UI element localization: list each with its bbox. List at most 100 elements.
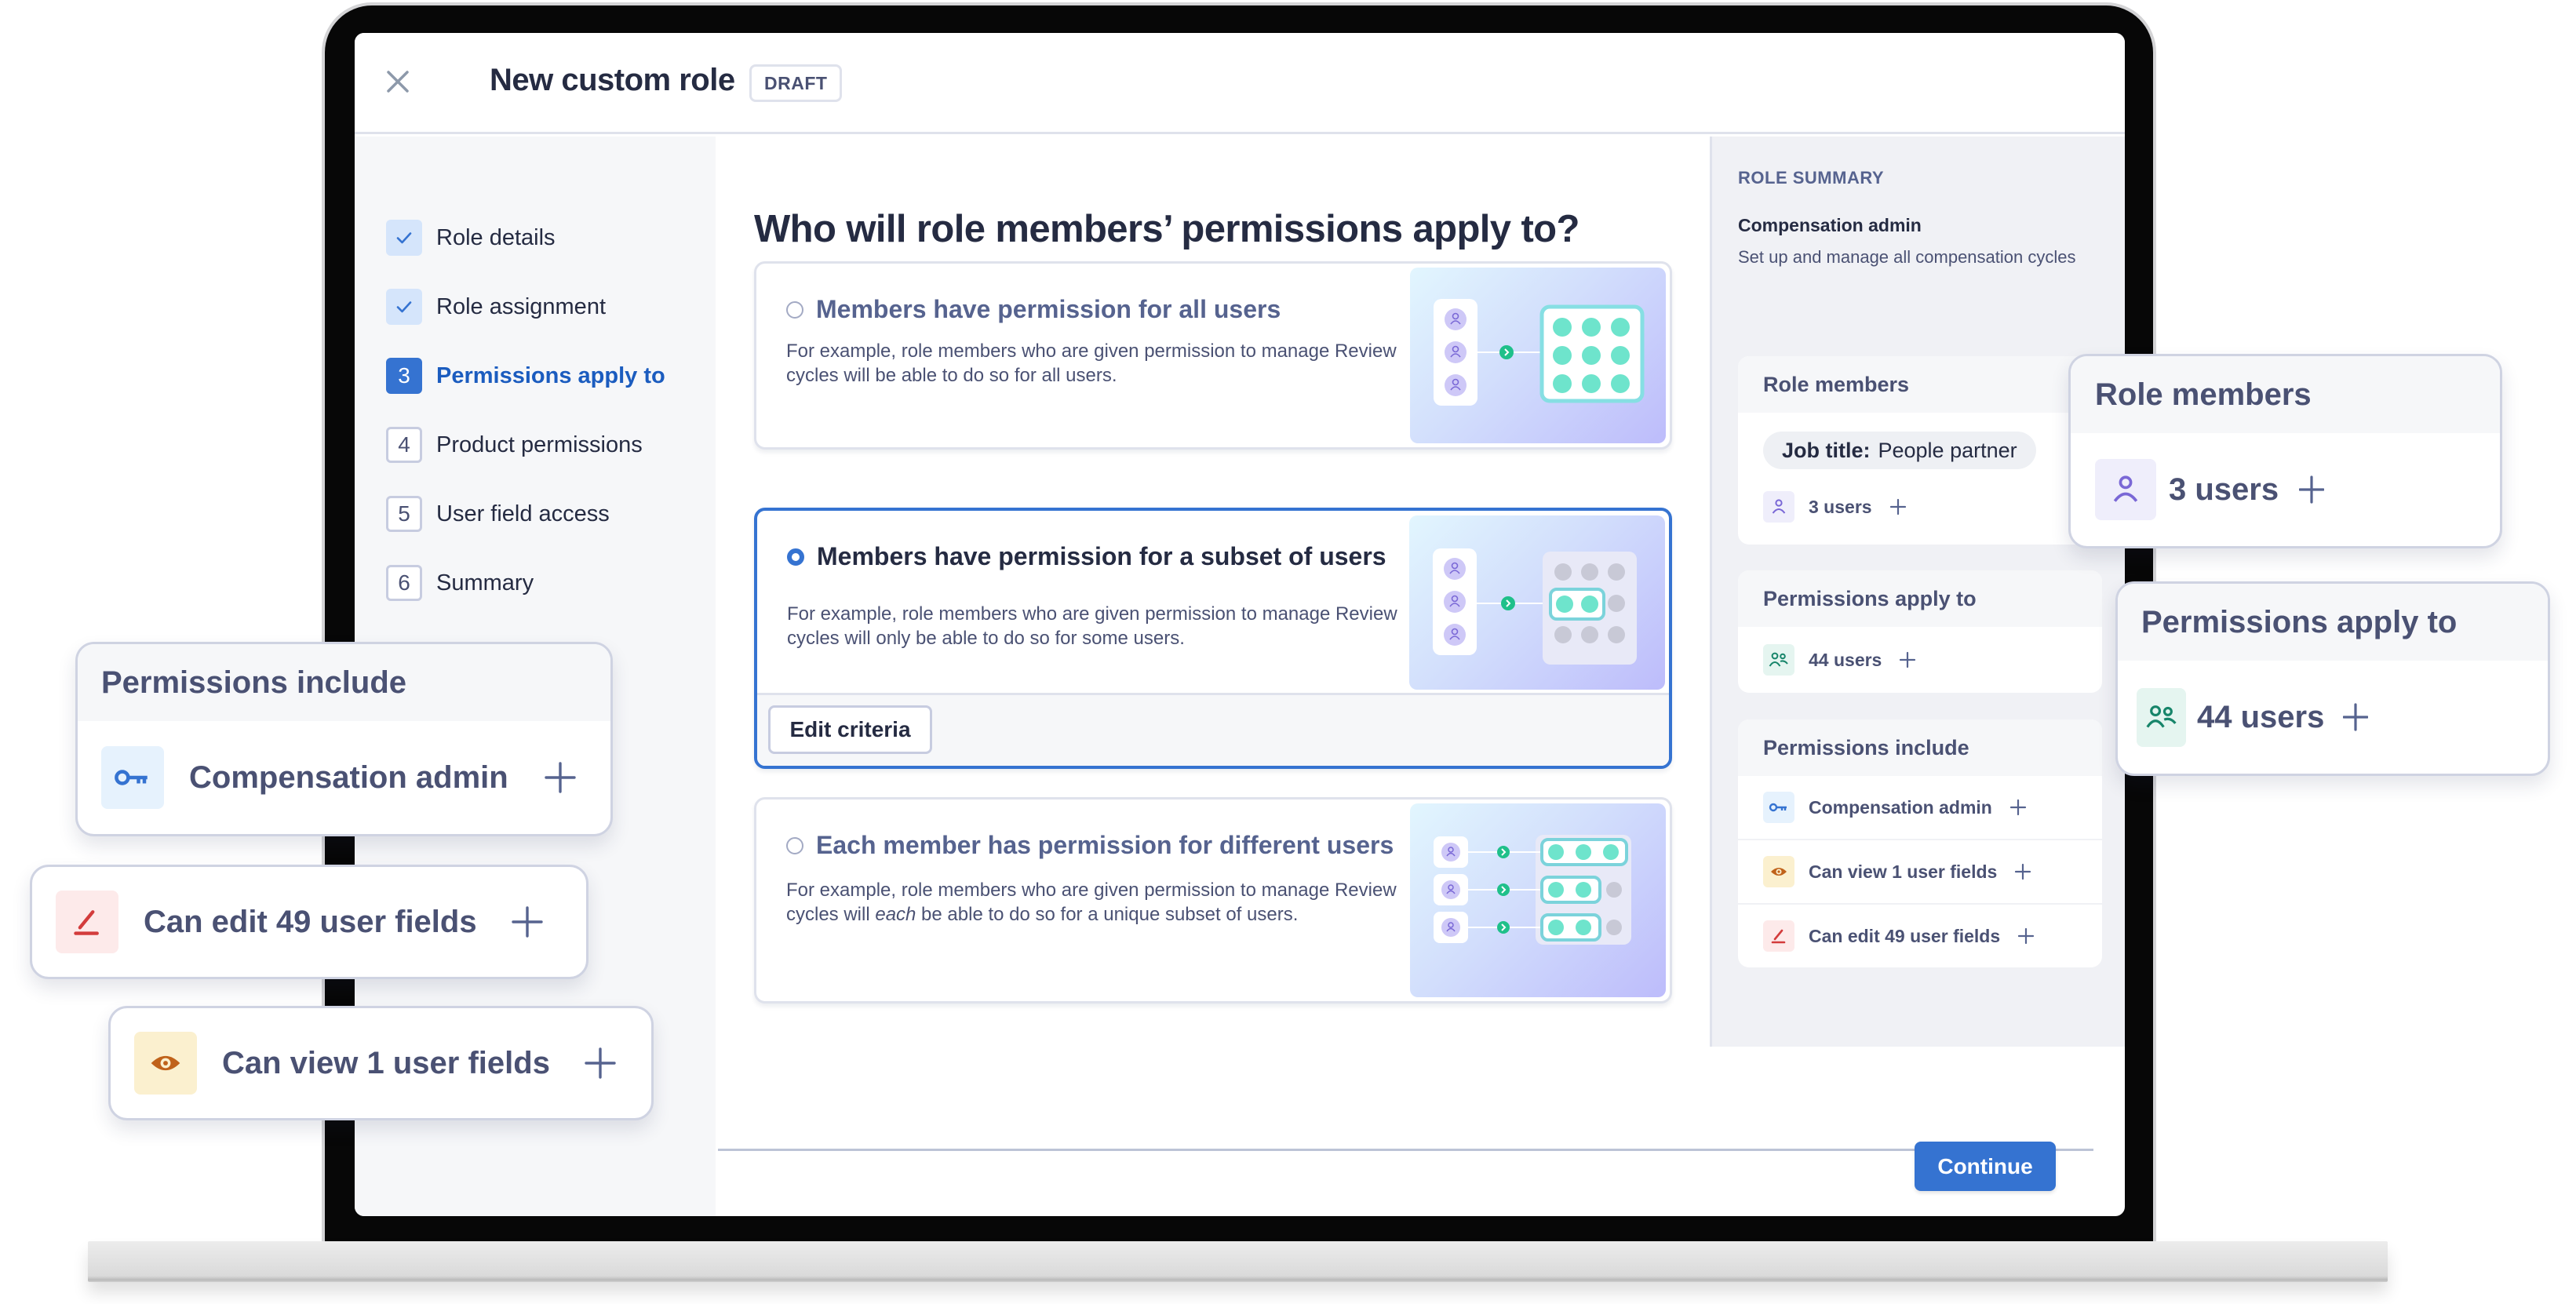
float-row: 44 users — [2118, 661, 2548, 774]
person-icon — [1763, 491, 1794, 523]
step-badge: 4 — [386, 427, 422, 463]
plus-icon[interactable] — [511, 906, 543, 938]
plus-icon[interactable] — [2343, 703, 2369, 731]
option-description: For example, role members who are given … — [786, 878, 1398, 927]
option-title-text: Members have permission for all users — [816, 295, 1281, 323]
step-summary[interactable]: 6 Summary — [386, 565, 534, 601]
person-icon — [1445, 308, 1467, 396]
plus-icon[interactable] — [545, 762, 576, 793]
step-label: Role details — [436, 224, 556, 250]
edit-criteria-button[interactable]: Edit criteria — [768, 705, 932, 754]
close-button[interactable] — [384, 68, 411, 95]
option-description: For example, role members who are given … — [787, 603, 1397, 649]
check-icon — [396, 232, 412, 244]
float-row: 3 users — [2071, 433, 2500, 546]
step-product-permissions[interactable]: 4 Product permissions — [386, 427, 643, 463]
option-title: Members have permission for all users — [786, 295, 1281, 324]
option-all-users[interactable]: Members have permission for all users Fo… — [754, 261, 1672, 450]
people-icon — [2137, 687, 2186, 747]
key-icon — [101, 746, 164, 809]
footer-divider — [718, 1149, 2093, 1151]
close-icon — [387, 71, 409, 93]
card-title: Permissions apply to — [1738, 570, 2102, 627]
floating-apply-to-card: Permissions apply to 44 users — [2115, 581, 2550, 776]
role-name: Compensation admin — [1738, 215, 1922, 235]
float-row: Can edit 49 user fields — [32, 867, 586, 977]
step-role-details[interactable]: Role details — [386, 220, 556, 256]
option-title-text: Each member has permission for different… — [816, 831, 1394, 859]
row-label: 44 users — [1809, 649, 1882, 670]
radio-button[interactable] — [786, 301, 803, 319]
step-badge: 3 — [386, 358, 422, 394]
pencil-icon — [56, 891, 118, 953]
float-label: 3 users — [2169, 472, 2279, 507]
illustration-all-users — [1410, 268, 1666, 443]
eye-icon — [134, 1032, 197, 1095]
summary-row: Can edit 49 user fields — [1738, 903, 2102, 967]
option-different-users[interactable]: Each member has permission for different… — [754, 797, 1672, 1003]
people-icon — [1763, 644, 1794, 676]
plus-icon[interactable] — [2014, 863, 2031, 880]
floating-permissions-include-card: Permissions include Compensation admin — [75, 642, 613, 836]
plus-icon[interactable] — [1899, 651, 1916, 668]
step-label: Product permissions — [436, 432, 643, 457]
floating-view-fields-card: Can view 1 user fields — [108, 1006, 654, 1120]
summary-apply-to-card: Permissions apply to 44 users — [1738, 570, 2102, 693]
card-title: Role members — [1738, 356, 2102, 413]
plus-icon[interactable] — [2299, 475, 2325, 504]
plus-icon[interactable] — [585, 1047, 616, 1079]
person-icon — [2095, 459, 2156, 520]
page-heading: Who will role members’ permissions apply… — [754, 208, 1579, 250]
float-label: Compensation admin — [189, 759, 508, 795]
radio-button[interactable] — [786, 836, 803, 854]
step-badge: 6 — [386, 565, 422, 601]
float-row: Compensation admin — [78, 721, 610, 834]
step-badge: 5 — [386, 496, 422, 532]
header: New custom role DRAFT — [355, 33, 2125, 134]
step-permissions-apply-to[interactable]: 3 Permissions apply to — [386, 358, 665, 394]
person-icon — [1444, 558, 1466, 646]
float-label: Can view 1 user fields — [222, 1045, 550, 1080]
step-user-field-access[interactable]: 5 User field access — [386, 496, 610, 532]
float-row: Can view 1 user fields — [111, 1008, 651, 1118]
float-label: 44 users — [2197, 699, 2325, 734]
option-title: Each member has permission for different… — [786, 831, 1394, 860]
role-description: Set up and manage all compensation cycle… — [1738, 247, 2076, 267]
float-title: Role members — [2071, 356, 2500, 433]
step-role-assignment[interactable]: Role assignment — [386, 289, 606, 325]
option-title: Members have permission for a subset of … — [787, 542, 1386, 571]
description-text: be able to do so for a unique subset of … — [916, 904, 1299, 925]
plus-icon[interactable] — [2009, 799, 2027, 816]
plus-icon[interactable] — [1889, 498, 1907, 515]
laptop-base — [88, 1241, 2388, 1282]
option-description: For example, role members who are given … — [786, 341, 1397, 386]
float-title: Permissions include — [78, 644, 610, 721]
row-label: Compensation admin — [1809, 796, 1992, 818]
option-title-text: Members have permission for a subset of … — [817, 542, 1386, 570]
floating-edit-fields-card: Can edit 49 user fields — [30, 865, 588, 979]
row-label: Can view 1 user fields — [1809, 861, 1998, 882]
check-icon — [396, 301, 412, 313]
radio-button[interactable] — [787, 548, 804, 566]
filter-value: People partner — [1878, 438, 2017, 462]
option-subset-users[interactable]: Members have permission for a subset of … — [754, 508, 1672, 769]
float-label: Can edit 49 user fields — [144, 904, 477, 939]
step-badge — [386, 289, 422, 325]
continue-button[interactable]: Continue — [1915, 1142, 2056, 1191]
step-label: Role assignment — [436, 293, 606, 319]
illustration-different-users — [1410, 803, 1666, 997]
filter-chip: Job title: People partner — [1763, 432, 2036, 469]
summary-permissions-include-card: Permissions include Compensation admin C… — [1738, 719, 2102, 967]
row-label: 3 users — [1809, 496, 1872, 517]
summary-row: 3 users — [1738, 469, 2102, 545]
float-title: Permissions apply to — [2118, 584, 2548, 661]
step-badge — [386, 220, 422, 256]
summary-row: Compensation admin — [1738, 776, 2102, 839]
card-footer: Edit criteria — [757, 693, 1669, 766]
person-icon — [1434, 836, 1468, 943]
summary-role-members-card: Role members Job title: People partner 3 … — [1738, 356, 2102, 545]
description-emphasis: each — [875, 904, 916, 925]
row-label: Can edit 49 user fields — [1809, 925, 2001, 946]
floating-role-members-card: Role members 3 users — [2068, 354, 2502, 548]
plus-icon[interactable] — [2017, 927, 2035, 945]
